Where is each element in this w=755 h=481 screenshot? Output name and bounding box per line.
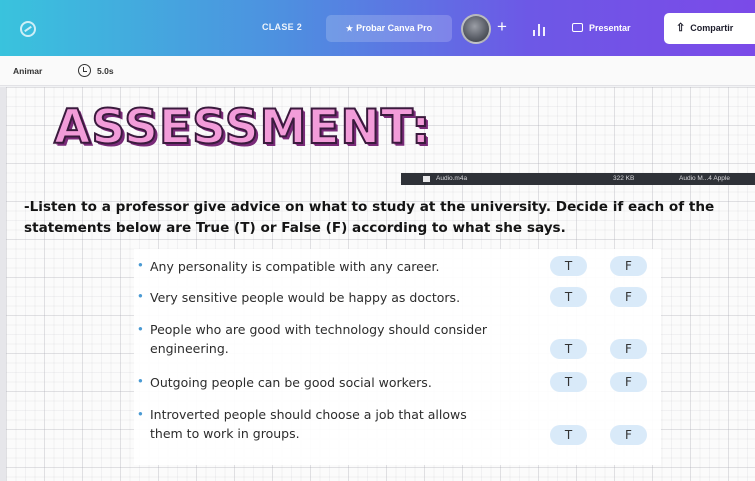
present-button[interactable]: Presentar — [566, 15, 656, 42]
true-button[interactable]: T — [550, 287, 587, 307]
insights-button[interactable] — [530, 19, 550, 39]
duration-label: 5.0s — [97, 66, 114, 76]
present-label: Presentar — [589, 23, 631, 33]
duration-button[interactable]: 5.0s — [78, 63, 114, 79]
statement-row: ● Introverted people should choose a job… — [134, 405, 661, 445]
presentation-icon — [572, 23, 583, 32]
true-button[interactable]: T — [550, 256, 587, 276]
false-button[interactable]: F — [610, 339, 647, 359]
true-button[interactable]: T — [550, 425, 587, 445]
statement-text[interactable]: Outgoing people can be good social worke… — [150, 373, 540, 392]
cloud-sync-icon[interactable] — [20, 21, 36, 37]
user-avatar[interactable] — [461, 14, 491, 44]
slide-title[interactable]: ASSESSMENT: — [53, 99, 431, 156]
bar-chart-icon — [538, 24, 540, 36]
statement-row: ● Any personality is compatible with any… — [134, 256, 661, 276]
statement-text[interactable]: Introverted people should choose a job t… — [150, 405, 495, 443]
true-button[interactable]: T — [550, 372, 587, 392]
false-button[interactable]: F — [610, 372, 647, 392]
crown-icon: ★ — [345, 24, 354, 33]
audio-file-size: 322 KB — [613, 175, 635, 182]
bar-chart-icon — [543, 27, 545, 36]
statement-row: ● People who are good with technology sh… — [134, 320, 661, 360]
bullet-icon: ● — [138, 409, 143, 418]
file-icon — [423, 176, 430, 182]
animate-button[interactable]: Animar — [13, 66, 42, 76]
statements-card[interactable]: ● Any personality is compatible with any… — [134, 249, 661, 465]
bullet-icon: ● — [138, 376, 143, 385]
bullet-icon: ● — [138, 291, 143, 300]
design-title[interactable]: CLASE 2 — [250, 22, 314, 32]
statement-row: ● Outgoing people can be good social wor… — [134, 372, 661, 392]
true-button[interactable]: T — [550, 339, 587, 359]
upload-icon: ⇧ — [676, 22, 686, 34]
top-toolbar: CLASE 2 ★ Probar Canva Pro + Presentar ⇧ C… — [0, 0, 755, 56]
audio-file-row[interactable]: Audio.m4a 322 KB Audio M...4 Apple — [401, 173, 755, 185]
bullet-icon: ● — [138, 324, 143, 333]
statement-text[interactable]: Very sensitive people would be happy as … — [150, 288, 540, 307]
false-button[interactable]: F — [610, 425, 647, 445]
false-button[interactable]: F — [610, 287, 647, 307]
try-canva-pro-label: Probar Canva Pro — [356, 23, 433, 33]
bar-chart-icon — [533, 30, 535, 36]
false-button[interactable]: F — [610, 256, 647, 276]
statement-text[interactable]: Any personality is compatible with any c… — [150, 257, 540, 276]
share-label: Compartir — [690, 23, 734, 33]
audio-file-name: Audio.m4a — [436, 175, 468, 182]
instructions-text[interactable]: -Listen to a professor give advice on wh… — [24, 197, 755, 239]
statement-row: ● Very sensitive people would be happy a… — [134, 287, 661, 307]
bullet-icon: ● — [138, 260, 143, 269]
statement-text[interactable]: People who are good with technology shou… — [150, 320, 500, 358]
audio-file-kind: Audio M...4 Apple — [679, 175, 730, 182]
try-canva-pro-button[interactable]: ★ Probar Canva Pro — [326, 15, 452, 42]
clock-icon — [78, 64, 91, 77]
share-button[interactable]: ⇧ Compartir — [664, 13, 755, 44]
add-collaborator-icon[interactable]: + — [497, 16, 507, 38]
animation-toolbar: Animar 5.0s — [0, 56, 755, 86]
